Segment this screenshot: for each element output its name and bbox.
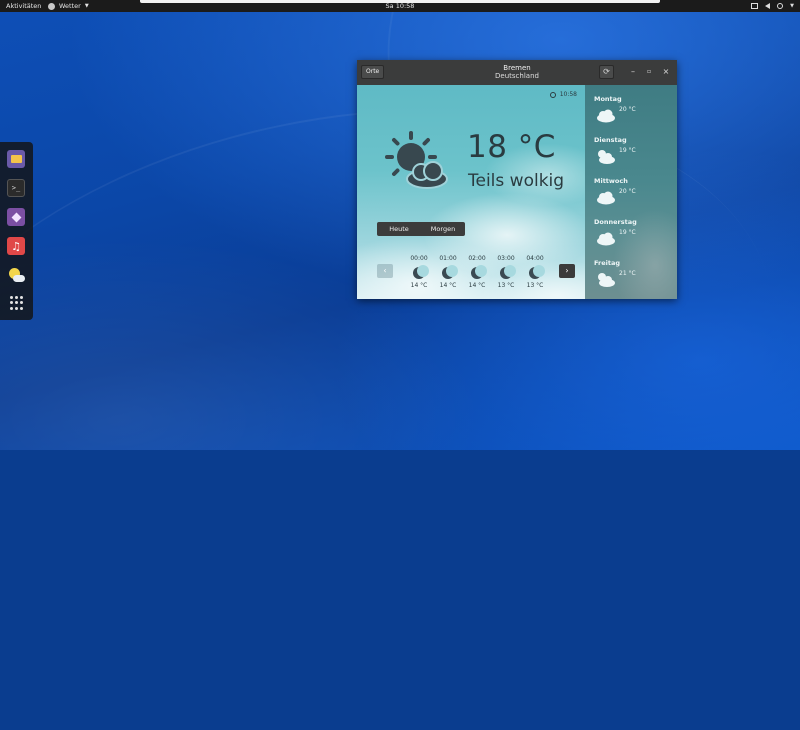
hourly-next-button[interactable]: › xyxy=(559,264,575,278)
day-switcher: Heute Morgen xyxy=(377,222,465,236)
app-menu[interactable]: Wetter ▼ xyxy=(48,0,89,12)
activities-button[interactable]: Aktivitäten xyxy=(6,0,41,12)
hourly-time: 01:00 xyxy=(439,255,457,262)
dock-weather[interactable] xyxy=(7,266,25,284)
current-condition: Teils wolkig xyxy=(468,171,565,191)
forecast-day-name: Donnerstag xyxy=(594,218,637,226)
close-icon: × xyxy=(662,67,670,76)
software-icon xyxy=(11,212,21,222)
forecast-day-name: Mittwoch xyxy=(594,177,628,185)
hourly-time: 04:00 xyxy=(526,255,544,262)
terminal-icon: >_ xyxy=(11,184,21,192)
hourly-time: 03:00 xyxy=(497,255,515,262)
hourly-temp: 13 °C xyxy=(497,282,515,289)
hourly-time: 00:00 xyxy=(410,255,428,262)
power-icon[interactable] xyxy=(777,3,784,9)
forecast-day-name: Montag xyxy=(594,95,622,103)
hourly-prev-button[interactable]: ‹ xyxy=(377,264,393,278)
current-temperature: 18 °C xyxy=(467,129,556,165)
hourly-forecast: ‹ 00:00 14 °C 01:00 14 °C 02:00 14 °C 03… xyxy=(377,255,577,291)
sun-cloud-icon xyxy=(598,150,615,164)
clock-label[interactable]: Sa 10:58 xyxy=(386,2,415,10)
app-menu-label: Wetter xyxy=(59,2,81,10)
cloud-icon xyxy=(13,275,25,282)
today-tab[interactable]: Heute xyxy=(377,222,421,236)
updated-time-label: 10:58 xyxy=(559,91,577,98)
dock-terminal[interactable]: >_ xyxy=(7,179,25,197)
forecast-day-name: Dienstag xyxy=(594,136,627,144)
minimize-button[interactable]: – xyxy=(627,66,639,78)
chevron-right-icon: › xyxy=(565,266,569,275)
dock-files[interactable] xyxy=(7,150,25,168)
forecast-day: Freitag 21 °C xyxy=(594,259,674,297)
top-bar: Aktivitäten Wetter ▼ Sa 10:58 ▼ xyxy=(0,0,800,12)
moon-cloud-icon xyxy=(471,265,487,279)
forecast-temp: 19 °C xyxy=(619,147,636,154)
folder-icon xyxy=(10,155,22,163)
hourly-temp: 13 °C xyxy=(526,282,544,289)
hourly-temp: 14 °C xyxy=(468,282,486,289)
weather-window: Orte Bremen Deutschland ⟳ – ▫ × 10:58 18… xyxy=(357,60,677,299)
hourly-item: 03:00 13 °C xyxy=(492,255,520,290)
moon-icon xyxy=(413,265,429,279)
screen-icon[interactable] xyxy=(751,3,759,9)
chevron-left-icon: ‹ xyxy=(383,266,387,275)
moon-icon xyxy=(442,265,458,279)
forecast-temp: 20 °C xyxy=(619,106,636,113)
forecast-day-name: Freitag xyxy=(594,259,621,267)
refresh-icon: ⟳ xyxy=(603,67,610,76)
forecast-day: Mittwoch 20 °C xyxy=(594,177,674,215)
chevron-down-icon: ▼ xyxy=(84,3,89,9)
forecast-temp: 19 °C xyxy=(619,229,636,236)
moon-icon xyxy=(529,265,545,279)
daily-forecast-sidebar: Montag 20 °C Dienstag 19 °C Mittwoch 20 … xyxy=(585,85,677,299)
dock-software[interactable] xyxy=(7,208,25,226)
hourly-time: 02:00 xyxy=(468,255,486,262)
dock-music[interactable]: ♫ xyxy=(7,237,25,255)
refresh-button[interactable]: ⟳ xyxy=(599,65,614,79)
cloudy-icon xyxy=(597,232,615,246)
maximize-button[interactable]: ▫ xyxy=(643,66,655,78)
tomorrow-tab[interactable]: Morgen xyxy=(421,222,465,236)
hourly-item: 00:00 14 °C xyxy=(405,255,433,290)
forecast-temp: 21 °C xyxy=(619,270,636,277)
clock-icon xyxy=(549,91,556,98)
cloudy-icon xyxy=(597,191,615,205)
sun-cloud-icon xyxy=(598,273,615,287)
hourly-item: 01:00 14 °C xyxy=(434,255,462,290)
moon-icon xyxy=(500,265,516,279)
chevron-down-icon[interactable]: ▼ xyxy=(790,0,794,12)
updated-time: 10:58 xyxy=(549,91,577,98)
app-grid-icon[interactable] xyxy=(10,296,24,310)
hourly-temp: 14 °C xyxy=(410,282,428,289)
clock-area: Sa 10:58 xyxy=(0,0,800,12)
city-name: Bremen xyxy=(503,64,531,72)
minimize-icon: – xyxy=(631,67,635,76)
forecast-day: Dienstag 19 °C xyxy=(594,136,674,174)
current-weather-panel: 10:58 18 °C Teils wolkig Heute Morgen ‹ … xyxy=(357,85,585,299)
cloudy-icon xyxy=(597,109,615,123)
maximize-icon: ▫ xyxy=(646,68,652,75)
places-button[interactable]: Orte xyxy=(361,65,385,79)
weather-app-icon xyxy=(48,2,55,10)
forecast-day: Montag 20 °C xyxy=(594,95,674,133)
forecast-day: Donnerstag 19 °C xyxy=(594,218,674,256)
volume-icon[interactable] xyxy=(765,3,771,9)
hourly-temp: 14 °C xyxy=(439,282,457,289)
hourly-item: 02:00 14 °C xyxy=(463,255,491,290)
hourly-item: 04:00 13 °C xyxy=(521,255,549,290)
forecast-temp: 20 °C xyxy=(619,188,636,195)
music-note-icon: ♫ xyxy=(11,239,21,253)
title-bar: Orte Bremen Deutschland ⟳ – ▫ × xyxy=(357,60,677,85)
system-tray[interactable]: ▼ xyxy=(751,0,794,12)
dash-dock: >_ ♫ xyxy=(0,142,33,320)
partly-cloudy-icon xyxy=(385,131,448,189)
close-button[interactable]: × xyxy=(660,66,672,78)
